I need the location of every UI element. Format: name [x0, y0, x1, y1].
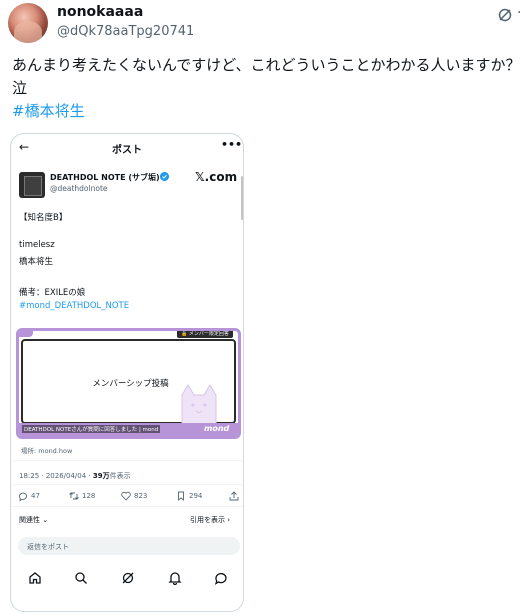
retweet-stat: 128 — [69, 491, 95, 501]
bell-icon — [168, 572, 182, 585]
avatar[interactable] — [8, 3, 48, 43]
member-only-badge: 🔒 メンバー限定回答 — [177, 331, 233, 338]
divider — [11, 484, 243, 485]
membership-card: メンバーシップ投稿 🔒 メンバー限定回答 DEATHDOL NOTEさんが質問に… — [16, 328, 241, 439]
display-name[interactable]: nonokaaaa — [57, 4, 143, 20]
divider — [11, 506, 243, 507]
divider — [11, 460, 243, 461]
scrollbar — [241, 176, 243, 220]
engagement-bar: 47 128 823 294 — [11, 486, 243, 506]
view-label: 件表示 — [109, 472, 131, 480]
like-stat: 823 — [121, 491, 147, 501]
bookmark-stat: 294 — [176, 491, 202, 501]
post-line: 【知名度B】 — [19, 213, 68, 223]
account-name: DEATHDOL NOTE (サブ垢) — [50, 173, 160, 182]
view-count: 39万 — [92, 472, 110, 480]
screenshot-title: ポスト — [112, 145, 142, 156]
mond-logo: mond — [204, 424, 230, 433]
reply-box: 返信をポスト — [18, 537, 240, 555]
search-icon — [75, 572, 87, 584]
view-quotes-link: 引用を表示 › — [190, 516, 231, 524]
post-line: 橋本将生 — [19, 257, 54, 267]
heart-icon — [121, 491, 131, 501]
x-logo: 𝕏.com — [195, 170, 238, 184]
post-line: 備考：EXILEの娘 — [19, 288, 86, 298]
more-options-icon[interactable]: · — [517, 5, 521, 21]
grok-icon[interactable] — [497, 7, 513, 23]
retweet-count: 128 — [82, 492, 96, 500]
notebook-avatar — [19, 172, 45, 198]
card-source: 場所: mond.how — [21, 447, 73, 455]
share-stat — [229, 491, 239, 501]
bottom-nav — [11, 567, 243, 591]
user-handle[interactable]: @dQk78aaTpg20741 — [57, 24, 194, 39]
tweet-text: あんまり考えたくないんですけど、これどういうことかわかる人いますか？泣 — [12, 56, 521, 97]
verified-badge-icon — [160, 172, 169, 181]
like-count: 823 — [134, 492, 148, 500]
post-hashtag: #mond_DEATHDOL_NOTE — [19, 301, 130, 311]
reply-stat: 47 — [18, 491, 40, 501]
post-line: timelesz — [19, 240, 55, 250]
post-time: 18:25 · 2026/04/04 · — [19, 472, 93, 480]
share-icon — [229, 491, 239, 501]
reply-icon — [19, 492, 27, 501]
hashtag-link[interactable]: #橋本将生 — [12, 100, 85, 121]
card-corner — [19, 331, 33, 337]
cat-icon — [181, 384, 217, 425]
post-meta: 18:25 · 2026/04/04 · 39万件表示 — [19, 471, 131, 481]
card-caption: DEATHDOL NOTEさんが質問に回答しました | mond — [22, 425, 161, 433]
embedded-screenshot[interactable]: ← ポスト ••• DEATHDOL NOTE (サブ垢) @deathdoln… — [10, 133, 244, 612]
reply-count: 47 — [31, 492, 40, 500]
account-handle: @deathdolnote — [50, 184, 108, 193]
bookmark-count: 294 — [189, 492, 203, 500]
grok-icon — [122, 572, 134, 584]
more-icon: ••• — [221, 138, 243, 151]
relevance-sort: 関連性 ⌄ — [19, 516, 49, 524]
retweet-icon — [69, 492, 79, 500]
messages-icon — [214, 572, 227, 585]
card-frame: メンバーシップ投稿 — [21, 339, 236, 425]
bookmark-icon — [178, 491, 184, 501]
home-icon — [29, 572, 41, 584]
screenshot-header: ← ポスト ••• — [11, 134, 243, 162]
